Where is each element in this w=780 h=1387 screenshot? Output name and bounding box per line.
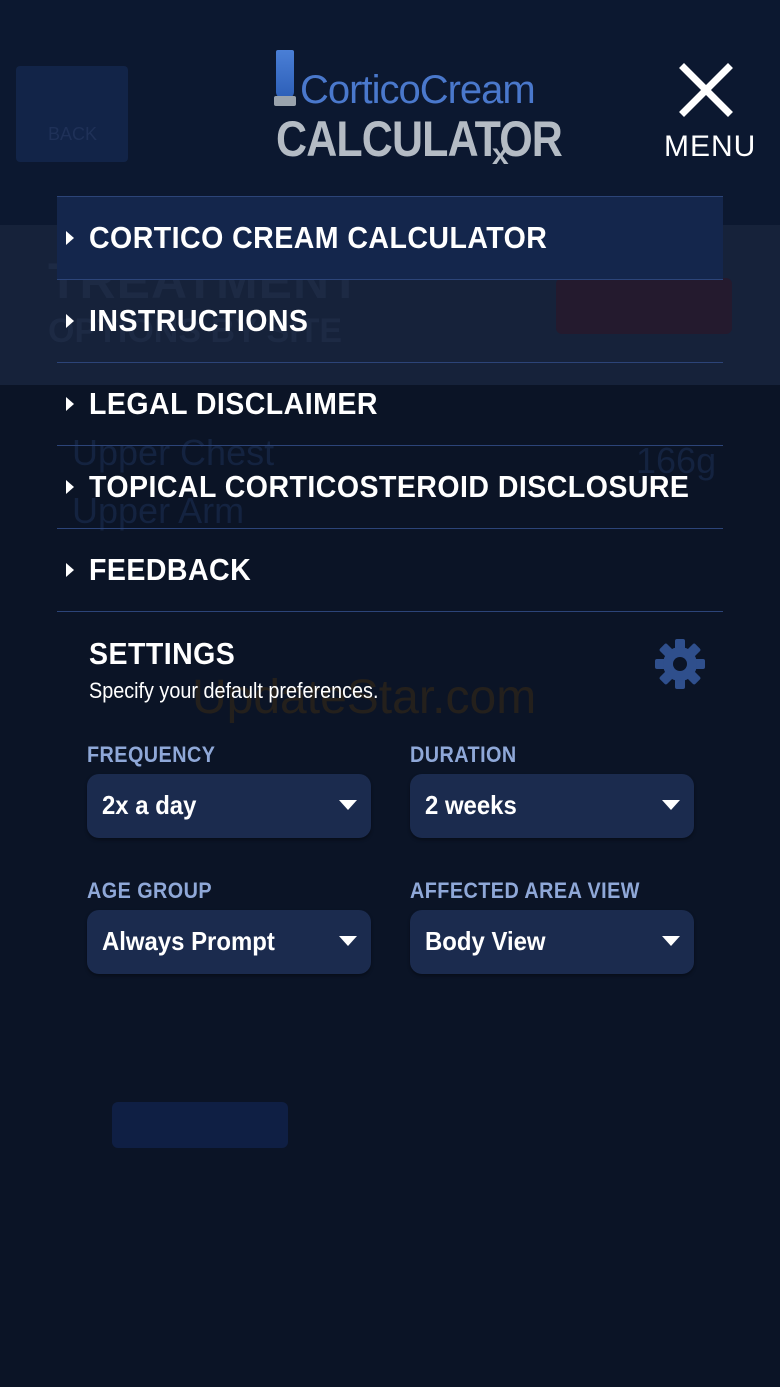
app-logo: CorticoCream CALCULATOR x	[270, 46, 563, 176]
affected-area-view-label: AFFECTED AREA VIEW	[410, 878, 640, 903]
duration-select[interactable]: 2 weeks	[410, 774, 694, 838]
background-bottom-button	[112, 1102, 288, 1148]
frequency-value: 2x a day	[102, 790, 197, 820]
menu-item-topical-corticosteroid-disclosure[interactable]: TOPICAL CORTICOSTEROID DISCLOSURE	[57, 445, 723, 528]
dropdown-arrow-icon	[662, 936, 680, 946]
menu-item-label: TOPICAL CORTICOSTEROID DISCLOSURE	[89, 469, 690, 504]
frequency-select[interactable]: 2x a day	[87, 774, 371, 838]
brand-subtitle: CALCULATOR	[276, 111, 563, 167]
settings-title: SETTINGS	[89, 636, 236, 671]
age-group-value: Always Prompt	[102, 926, 275, 956]
dropdown-arrow-icon	[339, 800, 357, 810]
caret-right-icon	[66, 231, 74, 245]
dropdown-arrow-icon	[339, 936, 357, 946]
nav-menu: CORTICO CREAM CALCULATOR INSTRUCTIONS LE…	[57, 196, 723, 612]
menu-item-label: FEEDBACK	[89, 552, 252, 587]
menu-item-label: INSTRUCTIONS	[89, 303, 309, 338]
background-back-label: BACK	[48, 124, 98, 144]
menu-item-cortico-cream-calculator[interactable]: CORTICO CREAM CALCULATOR	[57, 196, 723, 279]
brand-name: CorticoCream	[300, 68, 536, 112]
close-icon	[679, 63, 733, 117]
frequency-label: FREQUENCY	[87, 742, 216, 767]
gear-icon	[655, 639, 705, 689]
affected-area-view-value: Body View	[425, 926, 546, 956]
affected-area-view-select[interactable]: Body View	[410, 910, 694, 974]
caret-right-icon	[66, 563, 74, 577]
caret-right-icon	[66, 397, 74, 411]
menu-item-label: CORTICO CREAM CALCULATOR	[89, 220, 548, 255]
close-menu-label: MENU	[664, 130, 757, 163]
menu-item-instructions[interactable]: INSTRUCTIONS	[57, 279, 723, 362]
cream-tube-cap	[274, 96, 296, 106]
brand-rx-suffix: x	[492, 138, 509, 171]
duration-label: DURATION	[410, 742, 517, 767]
close-menu-button[interactable]: MENU	[664, 60, 757, 170]
background-back-button	[16, 66, 128, 162]
app-screen: BACK TREATMENT OPTIONS BY SITE Upper Che…	[0, 0, 780, 1387]
duration-value: 2 weeks	[425, 790, 517, 820]
menu-item-feedback[interactable]: FEEDBACK	[57, 528, 723, 612]
menu-item-legal-disclaimer[interactable]: LEGAL DISCLAIMER	[57, 362, 723, 445]
caret-right-icon	[66, 480, 74, 494]
age-group-select[interactable]: Always Prompt	[87, 910, 371, 974]
settings-subtitle: Specify your default preferences.	[89, 678, 379, 703]
dropdown-arrow-icon	[662, 800, 680, 810]
cream-tube-icon	[276, 50, 294, 98]
caret-right-icon	[66, 314, 74, 328]
age-group-label: AGE GROUP	[87, 878, 213, 903]
menu-item-label: LEGAL DISCLAIMER	[89, 386, 378, 421]
